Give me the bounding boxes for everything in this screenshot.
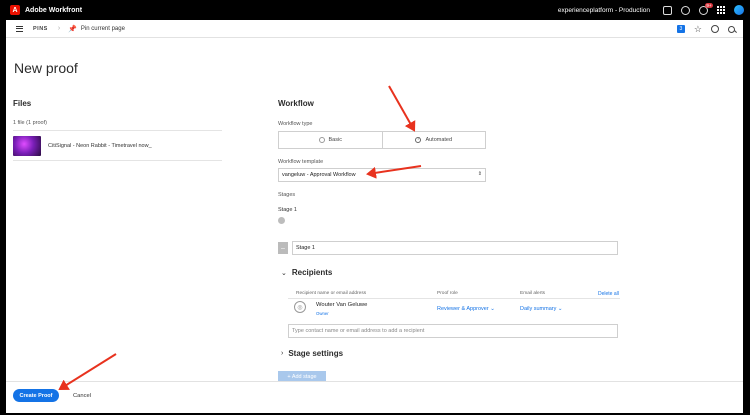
- stage-name-input[interactable]: Stage 1: [292, 241, 618, 255]
- star-icon[interactable]: ☆: [694, 24, 702, 35]
- email-alerts-value: Daily summary: [520, 306, 557, 312]
- files-divider: [13, 130, 222, 131]
- adobe-logo-icon: A: [10, 5, 20, 15]
- pin-icon[interactable]: 📌: [68, 25, 77, 33]
- chevron-down-icon: ⌄: [281, 269, 287, 277]
- proof-role-value: Reviewer & Approver: [437, 306, 489, 312]
- recipient-name-column: Recipient name or email address: [296, 291, 367, 296]
- workflow-template-select[interactable]: vangeluw - Approval Workflow ⇕: [278, 168, 486, 182]
- apps-grid-icon[interactable]: [717, 6, 725, 14]
- add-recipient-input[interactable]: Type contact name or email address to ad…: [288, 324, 618, 338]
- app-area: PINS › 📌 Pin current page 3 ☆ New proof …: [6, 20, 743, 413]
- workflow-heading: Workflow: [278, 99, 314, 108]
- chevron-right-icon: ›: [57, 25, 61, 32]
- page-title: New proof: [14, 60, 78, 76]
- stage-step-label: Stage 1: [278, 207, 297, 213]
- files-divider-bottom: [13, 160, 222, 161]
- pins-label[interactable]: PINS: [33, 26, 48, 32]
- recipients-divider: [288, 298, 620, 299]
- cancel-button[interactable]: Cancel: [73, 389, 91, 402]
- create-proof-button[interactable]: Create Proof: [13, 389, 59, 402]
- footer-bar: Create Proof Cancel: [6, 381, 743, 413]
- workflow-type-automated-label: Automated: [425, 137, 453, 143]
- recipient-name: Wouter Van Geluwe: [316, 302, 368, 308]
- select-arrows-icon: ⇕: [477, 171, 482, 177]
- stages-label: Stages: [278, 192, 296, 198]
- workflow-type-basic-label: Basic: [328, 137, 342, 143]
- workflow-type-basic[interactable]: Basic: [279, 132, 382, 148]
- recipients-toggle[interactable]: ⌄ Recipients: [281, 268, 332, 277]
- search-icon[interactable]: [728, 25, 735, 33]
- files-heading: Files: [13, 99, 32, 108]
- history-icon[interactable]: [711, 25, 719, 33]
- top-bar-actions: experienceplatform - Production 9+: [558, 0, 744, 20]
- delete-all-link[interactable]: Delete all: [598, 291, 619, 297]
- stage-step-dot[interactable]: [278, 217, 285, 224]
- count-badge[interactable]: 3: [676, 25, 685, 33]
- workflow-template-value: vangeluw - Approval Workflow: [282, 172, 356, 178]
- file-item[interactable]: CitiSignal - Neon Rabbit - Timetravel no…: [13, 136, 152, 156]
- user-avatar[interactable]: [734, 5, 744, 15]
- stage-settings-heading: Stage settings: [288, 349, 344, 358]
- top-bar: A Adobe Workfront experienceplatform - P…: [0, 0, 750, 20]
- workflow-template-label: Workflow template: [278, 159, 324, 165]
- org-switcher[interactable]: experienceplatform - Production: [558, 7, 650, 14]
- proof-role-dropdown[interactable]: Reviewer & Approver ⌄: [437, 306, 495, 312]
- app-title: Adobe Workfront: [25, 6, 83, 14]
- remove-stage-button[interactable]: –: [278, 242, 288, 254]
- help-icon[interactable]: [681, 5, 690, 15]
- workflow-type-toggle: Basic Automated: [278, 131, 486, 149]
- workflow-type-label: Workflow type: [278, 121, 313, 127]
- file-name: CitiSignal - Neon Rabbit - Timetravel no…: [48, 143, 152, 149]
- pin-current-page-link[interactable]: Pin current page: [81, 26, 125, 32]
- files-count: 1 file (1 proof): [13, 120, 47, 126]
- sub-navigation-actions: 3 ☆: [676, 20, 735, 38]
- email-alerts-dropdown[interactable]: Daily summary ⌄: [520, 306, 563, 312]
- stage-settings-toggle[interactable]: › Stage settings: [281, 349, 343, 358]
- radio-automated[interactable]: [415, 136, 422, 143]
- feedback-icon[interactable]: [663, 5, 672, 15]
- email-alerts-column: Email alerts: [520, 291, 546, 296]
- file-thumbnail: [13, 136, 41, 156]
- workflow-type-automated[interactable]: Automated: [381, 132, 486, 148]
- recipients-heading: Recipients: [291, 268, 333, 277]
- notification-bell-icon[interactable]: 9+: [699, 2, 713, 15]
- sub-navigation: PINS › 📌 Pin current page 3 ☆: [6, 20, 743, 38]
- recipient-avatar-icon: ◎: [294, 301, 306, 313]
- menu-icon[interactable]: [16, 25, 23, 32]
- notification-badge: 9+: [704, 2, 713, 8]
- radio-basic[interactable]: [318, 137, 325, 143]
- chevron-right-icon: ›: [281, 350, 284, 357]
- proof-role-column: Proof role: [437, 291, 458, 296]
- recipient-owner-tag: Owner: [316, 311, 329, 316]
